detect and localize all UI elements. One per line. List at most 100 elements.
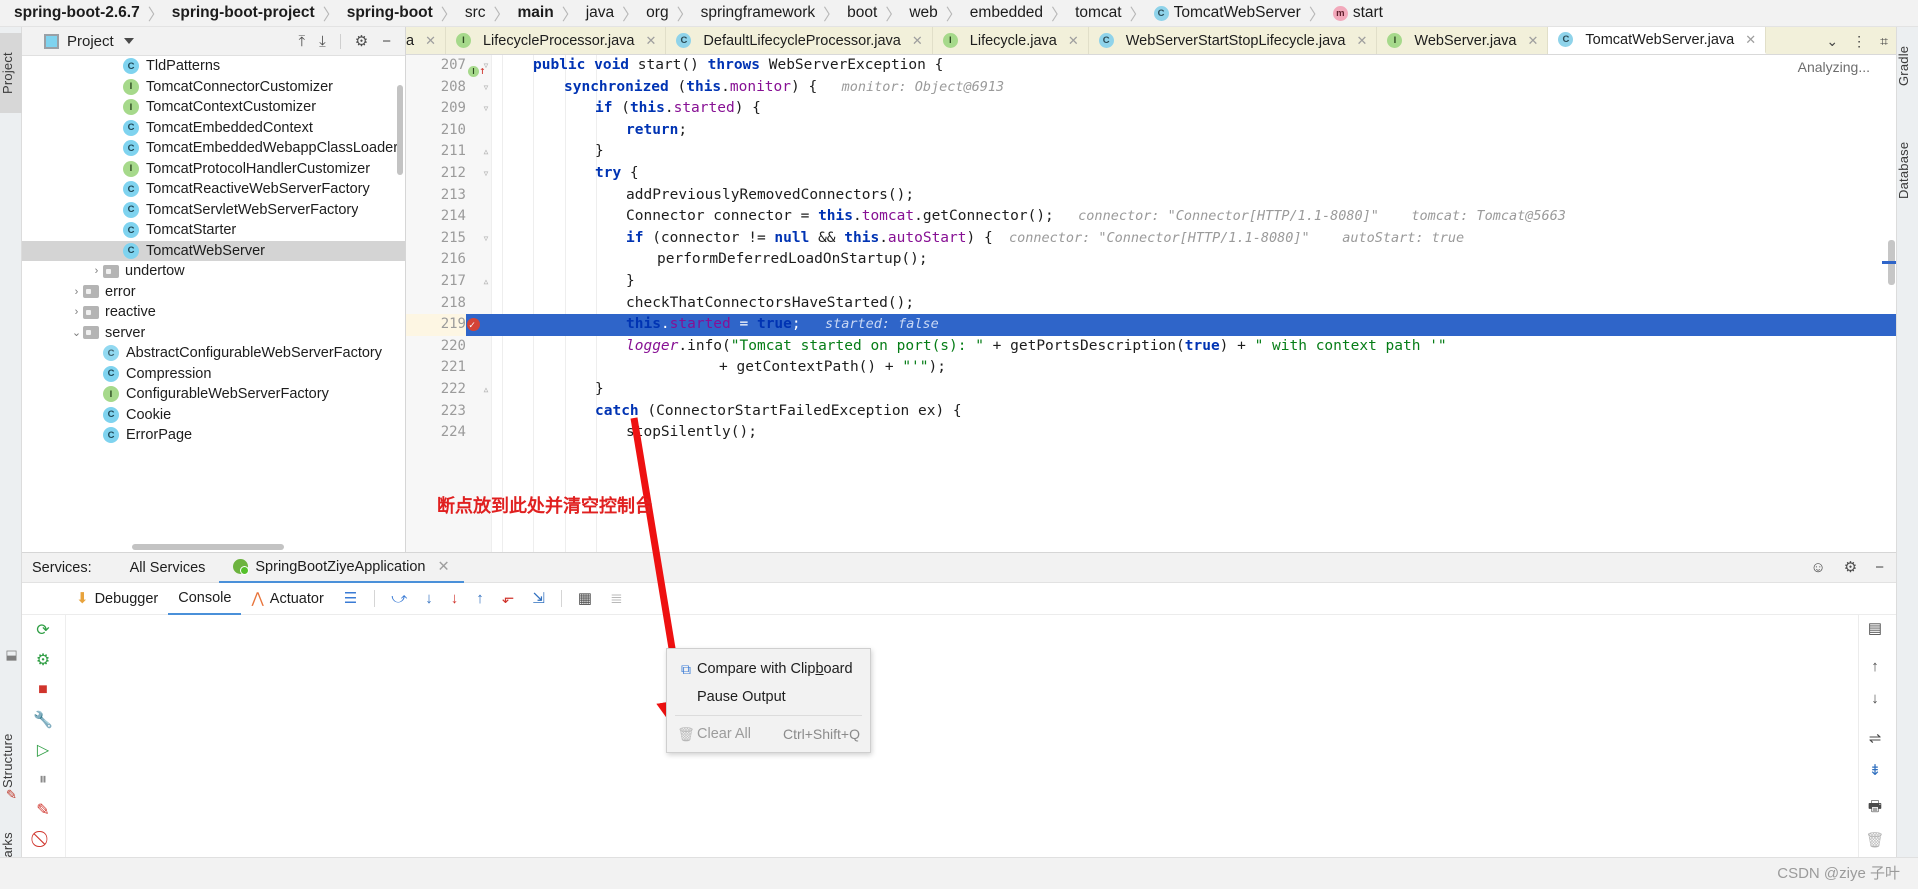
tab-springboot-application[interactable]: SpringBootZiyeApplication ✕ [219,553,464,583]
code-line[interactable]: 219 this.started = true; started: false [406,314,1896,337]
breadcrumb-item[interactable]: springframework [701,4,816,22]
chevron-right-icon[interactable]: › [90,265,103,277]
editor-lines[interactable]: 207 I ↑ ▿ public void start() throws WebServ… [406,55,1896,444]
tree-horizontal-scrollbar[interactable] [132,544,284,550]
tree-item[interactable]: › error [22,282,405,303]
scroll-up-icon[interactable]: ↑ [1864,655,1886,677]
code-line[interactable]: 217 ▵} [406,271,1896,293]
breadcrumb-item[interactable]: tomcat [1075,4,1122,22]
code-line[interactable]: 216 performDeferredLoadOnStartup(); [406,249,1896,271]
chevron-down-icon[interactable]: ⌄ [70,326,83,339]
tree-item[interactable]: › reactive [22,302,405,323]
breadcrumb-item[interactable]: web [909,4,937,22]
trash-icon[interactable]: 🗑 [1864,829,1886,851]
tree-item[interactable]: C TomcatStarter [22,220,405,241]
code-fold-icon[interactable]: ▿ [480,163,492,185]
tool-window-gradle[interactable]: Gradle [1896,33,1918,99]
chevron-right-icon[interactable]: › [70,306,83,318]
wrench-icon[interactable]: 🔧 [32,709,54,731]
breadcrumb-item[interactable]: main [518,4,554,22]
tab-actuator[interactable]: ⋀ Actuator [241,583,333,615]
code-line[interactable]: 218 checkThatConnectorsHaveStarted(); [406,293,1896,315]
close-icon[interactable]: ✕ [1068,33,1079,49]
structure-icon[interactable]: ⬓ [4,647,19,662]
breadcrumb-item[interactable]: spring-boot-2.6.7 [14,4,140,22]
evaluate-expression-icon[interactable]: ▦ [569,591,601,606]
tree-item[interactable]: I TomcatConnectorCustomizer [22,77,405,98]
close-icon[interactable]: ✕ [425,33,436,49]
tree-vertical-scrollbar[interactable] [397,85,403,175]
step-into-icon[interactable]: ↓ [416,591,442,606]
code-line[interactable]: 224 stopSilently(); [406,422,1896,444]
soft-wrap-icon[interactable]: ≣ [601,591,632,606]
help-circle-icon[interactable]: ☺ [1810,560,1825,575]
project-tree[interactable]: C TldPatterns I TomcatConnectorCustomizer I T… [22,56,405,552]
close-icon[interactable]: ✕ [646,33,657,49]
code-line[interactable]: 208 ▿ synchronized (this.monitor) { monito… [406,77,1896,99]
close-icon[interactable]: ✕ [1528,33,1539,49]
editor-tab[interactable]: C WebServerStartStopLifecycle.java ✕ [1089,27,1378,54]
code-line[interactable]: 210 return; [406,120,1896,142]
breadcrumb-item[interactable]: java [586,4,614,22]
scroll-to-end-icon[interactable]: ⇟ [1864,759,1886,781]
code-fold-icon[interactable]: ▿ [480,228,492,250]
code-line[interactable]: 222 ▵} [406,379,1896,401]
minimize-icon[interactable]: − [1875,560,1884,575]
list-icon[interactable]: ▤ [1864,617,1886,639]
code-line[interactable]: 215 ▿ if (connector != null && this.autoSt… [406,228,1896,250]
code-editor[interactable]: 207 I ↑ ▿ public void start() throws WebServ… [406,55,1896,552]
pause-icon[interactable]: ⏸ [32,769,54,791]
tool-window-project[interactable]: Project [0,33,22,113]
editor-tab[interactable]: I WebServer.java ✕ [1377,27,1549,54]
code-line[interactable]: 213 addPreviouslyRemovedConnectors(); [406,185,1896,207]
thread-dump-icon[interactable]: ✎ [32,799,54,821]
tree-item[interactable]: C Cookie [22,405,405,426]
code-line[interactable]: 223 catch (ConnectorStartFailedException … [406,401,1896,423]
preview-icon[interactable]: ⌗ [1880,33,1888,50]
console-output[interactable] [66,615,1858,857]
tree-item[interactable]: C TomcatWebServer [22,240,405,261]
implements-method-icon[interactable]: I ↑ [468,60,486,77]
code-line[interactable]: 212 ▿ try { [406,163,1896,185]
chevron-down-icon[interactable]: ⌄ [1826,33,1838,50]
settings-gear-icon[interactable]: ⚙ [1844,560,1857,575]
code-line[interactable]: 220 logger.info("Tomcat started on port(s… [406,336,1896,358]
mute-breakpoints-icon[interactable]: ⃠ [32,829,54,851]
resume-icon[interactable]: ▷ [32,739,54,761]
tree-item[interactable]: C AbstractConfigurableWebServerFactory [22,343,405,364]
rerun-settings-icon[interactable]: ⚙ [32,649,54,671]
tree-item[interactable]: I TomcatProtocolHandlerCustomizer [22,159,405,180]
code-fold-icon[interactable]: ▿ [480,98,492,120]
editor-tab[interactable]: C TomcatWebServer.java ✕ [1548,27,1767,54]
chevron-down-icon[interactable] [123,38,134,44]
code-line[interactable]: 211 ▵} [406,141,1896,163]
collapse-all-icon[interactable]: ⤓ [319,34,326,49]
rerun-icon[interactable]: ⟳ [32,619,54,641]
code-fold-icon[interactable]: ▵ [480,271,492,293]
force-step-into-icon[interactable]: ↓ [442,591,468,606]
breadcrumb-item[interactable]: spring-boot-project [172,4,315,22]
close-icon[interactable]: ✕ [1745,32,1756,48]
more-vertical-icon[interactable]: ⋮ [1852,33,1866,50]
code-line[interactable]: 207 I ↑ ▿ public void start() throws WebServ… [406,55,1896,77]
close-icon[interactable]: ✕ [1357,33,1368,49]
tree-item[interactable]: C Compression [22,364,405,385]
editor-tab-truncated[interactable]: a ✕ [406,27,446,54]
soft-wrap-icon[interactable]: ⇌ [1864,727,1886,749]
breadcrumb-item[interactable]: C TomcatWebServer [1153,4,1301,22]
context-menu[interactable]: ⧉ Compare with Clipboard Pause Output 🗑 Clea… [666,648,871,753]
breadcrumb-item[interactable]: org [646,4,668,22]
breadcrumb-item[interactable]: m start [1332,4,1383,22]
expand-all-icon[interactable]: ⤒ [299,34,306,49]
stop-icon[interactable]: ■ [32,679,54,701]
scroll-down-icon[interactable]: ↓ [1864,687,1886,709]
editor-tab[interactable]: I Lifecycle.java ✕ [933,27,1089,54]
tree-item[interactable]: › undertow [22,261,405,282]
print-icon[interactable]: 🖶 [1864,797,1886,819]
tree-item[interactable]: C TomcatEmbeddedContext [22,118,405,139]
breadcrumb-item[interactable]: boot [847,4,877,22]
step-over-icon[interactable]: ⤻ [382,591,416,606]
breakpoint-icon[interactable] [467,315,480,337]
tree-item[interactable]: ⌄ server [22,323,405,344]
close-icon[interactable]: ✕ [912,33,923,49]
